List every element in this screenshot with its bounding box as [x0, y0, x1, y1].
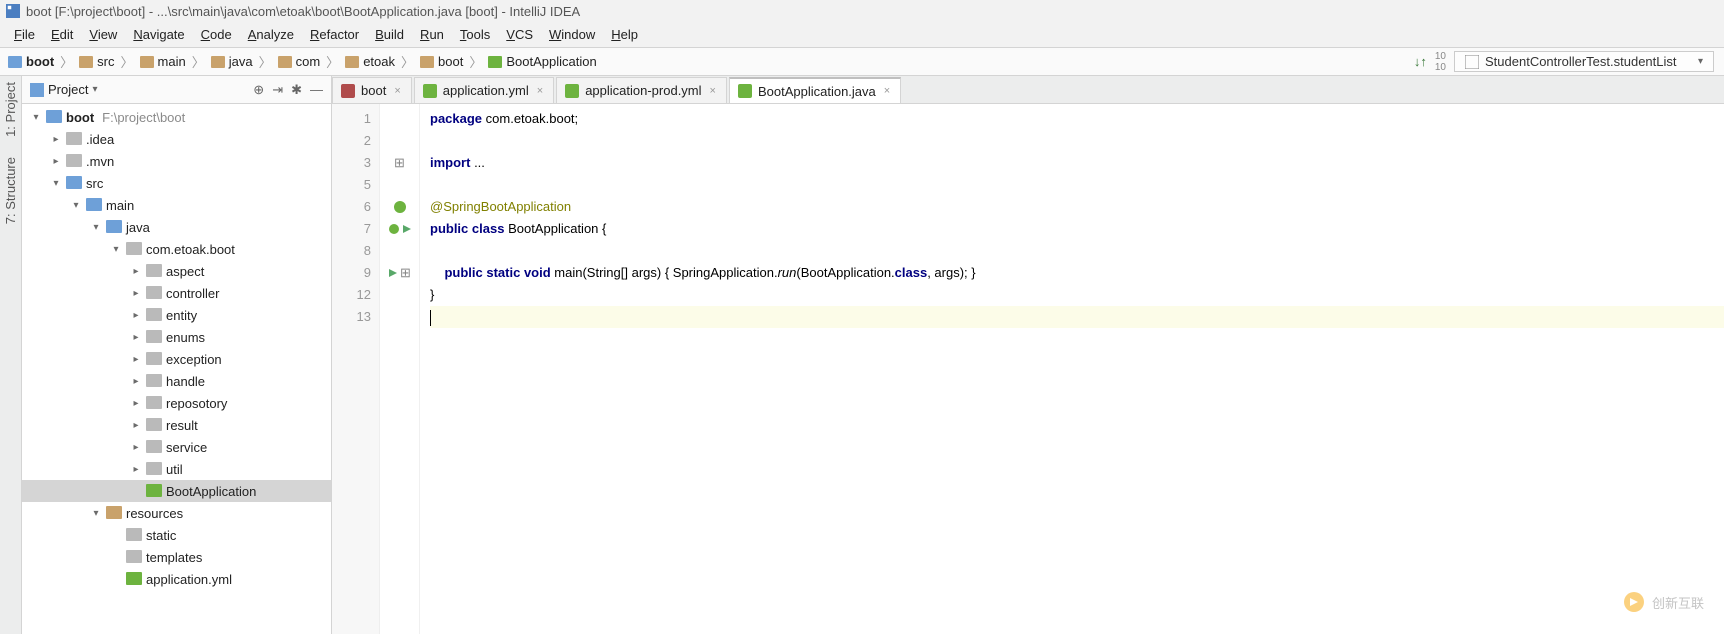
run-config-label: StudentControllerTest.studentList — [1485, 54, 1677, 69]
menu-edit[interactable]: Edit — [45, 25, 79, 44]
tree-main[interactable]: ▾main — [22, 194, 331, 216]
tool-structure-tab[interactable]: 7: Structure — [3, 157, 18, 224]
menu-file[interactable]: File — [8, 25, 41, 44]
tree--mvn[interactable]: ▸.mvn — [22, 150, 331, 172]
tree-aspect[interactable]: ▸aspect — [22, 260, 331, 282]
tree-util[interactable]: ▸util — [22, 458, 331, 480]
menu-window[interactable]: Window — [543, 25, 601, 44]
tree-com-etoak-boot[interactable]: ▾com.etoak.boot — [22, 238, 331, 260]
breadcrumb-main[interactable]: main — [136, 54, 190, 69]
code-lines[interactable]: package com.etoak.boot; import ... @Spri… — [420, 104, 1724, 634]
menu-tools[interactable]: Tools — [454, 25, 496, 44]
project-icon — [30, 83, 44, 97]
menu-view[interactable]: View — [83, 25, 123, 44]
spring-icon[interactable] — [388, 223, 400, 235]
app-icon — [6, 4, 20, 18]
tab-boot[interactable]: boot× — [332, 77, 412, 103]
tree-application-yml[interactable]: application.yml — [22, 568, 331, 590]
tree-static[interactable]: static — [22, 524, 331, 546]
menubar: FileEditViewNavigate CodeAnalyzeRefactorB… — [0, 22, 1724, 48]
tab-bootapplication-java[interactable]: BootApplication.java× — [729, 77, 901, 103]
tree-java[interactable]: ▾java — [22, 216, 331, 238]
editor-tabs: boot×application.yml×application-prod.ym… — [332, 76, 1724, 104]
close-icon[interactable]: × — [394, 85, 400, 97]
tree-src[interactable]: ▾src — [22, 172, 331, 194]
line-gutter: 123567891213 — [332, 104, 380, 634]
binary-icon[interactable]: 1010 — [1435, 51, 1446, 73]
menu-refactor[interactable]: Refactor — [304, 25, 365, 44]
editor-area: boot×application.yml×application-prod.ym… — [332, 76, 1724, 634]
tree-result[interactable]: ▸result — [22, 414, 331, 436]
tree-controller[interactable]: ▸controller — [22, 282, 331, 304]
project-tree[interactable]: ▾bootF:\project\boot▸.idea▸.mvn▾src▾main… — [22, 104, 331, 634]
menu-vcs[interactable]: VCS — [500, 25, 539, 44]
menu-code[interactable]: Code — [195, 25, 238, 44]
spring-icon[interactable] — [393, 200, 407, 214]
tree--idea[interactable]: ▸.idea — [22, 128, 331, 150]
code-area[interactable]: 123567891213 ⊞ ⊞ package com.etoak.boot;… — [332, 104, 1724, 634]
title-text: boot [F:\project\boot] - ...\src\main\ja… — [26, 4, 580, 19]
project-panel: Project ▾ ⊕ ⇥ ✱ — ▾bootF:\project\boot▸.… — [22, 76, 332, 634]
tab-application-prod-yml[interactable]: application-prod.yml× — [556, 77, 727, 103]
collapse-icon[interactable]: ⇥ — [272, 82, 283, 98]
menu-build[interactable]: Build — [369, 25, 410, 44]
breadcrumb-java[interactable]: java — [207, 54, 257, 69]
menu-run[interactable]: Run — [414, 25, 450, 44]
tree-entity[interactable]: ▸entity — [22, 304, 331, 326]
breadcrumb-etoak[interactable]: etoak — [341, 54, 399, 69]
project-title: Project — [48, 82, 88, 97]
tree-enums[interactable]: ▸enums — [22, 326, 331, 348]
close-icon[interactable]: × — [537, 85, 543, 97]
tree-reposotory[interactable]: ▸reposotory — [22, 392, 331, 414]
test-icon — [1465, 55, 1479, 69]
breadcrumb-boot[interactable]: boot — [4, 54, 58, 69]
tree-exception[interactable]: ▸exception — [22, 348, 331, 370]
tool-project-tab[interactable]: 1: Project — [3, 82, 18, 137]
menu-analyze[interactable]: Analyze — [242, 25, 300, 44]
breadcrumb-boot[interactable]: boot — [416, 54, 467, 69]
left-gutter: 1: Project 7: Structure — [0, 76, 22, 634]
run-icon[interactable] — [402, 224, 412, 234]
breadcrumb-bootapplication[interactable]: BootApplication — [484, 54, 600, 69]
close-icon[interactable]: × — [710, 85, 716, 97]
hide-icon[interactable]: — — [310, 82, 323, 98]
menu-help[interactable]: Help — [605, 25, 644, 44]
breadcrumb-src[interactable]: src — [75, 54, 118, 69]
navbar: boot〉src〉main〉java〉com〉etoak〉boot〉BootAp… — [0, 48, 1724, 76]
project-panel-header: Project ▾ ⊕ ⇥ ✱ — — [22, 76, 331, 104]
dl-icon[interactable]: ↓↑ — [1414, 54, 1427, 69]
gutter-icons: ⊞ ⊞ — [380, 104, 420, 634]
tree-bootapplication[interactable]: BootApplication — [22, 480, 331, 502]
settings-icon[interactable]: ✱ — [291, 82, 302, 98]
run-icon[interactable] — [388, 268, 398, 278]
watermark: 创新互联 — [1622, 590, 1704, 614]
run-config-selector[interactable]: StudentControllerTest.studentList — [1454, 51, 1714, 72]
close-icon[interactable]: × — [884, 85, 890, 97]
tree-templates[interactable]: templates — [22, 546, 331, 568]
titlebar: boot [F:\project\boot] - ...\src\main\ja… — [0, 0, 1724, 22]
tree-service[interactable]: ▸service — [22, 436, 331, 458]
tab-application-yml[interactable]: application.yml× — [414, 77, 554, 103]
chevron-down-icon[interactable]: ▾ — [92, 84, 97, 95]
target-icon[interactable]: ⊕ — [253, 82, 264, 98]
breadcrumb-com[interactable]: com — [274, 54, 325, 69]
tree-boot[interactable]: ▾bootF:\project\boot — [22, 106, 331, 128]
tree-handle[interactable]: ▸handle — [22, 370, 331, 392]
tree-resources[interactable]: ▾resources — [22, 502, 331, 524]
menu-navigate[interactable]: Navigate — [127, 25, 190, 44]
